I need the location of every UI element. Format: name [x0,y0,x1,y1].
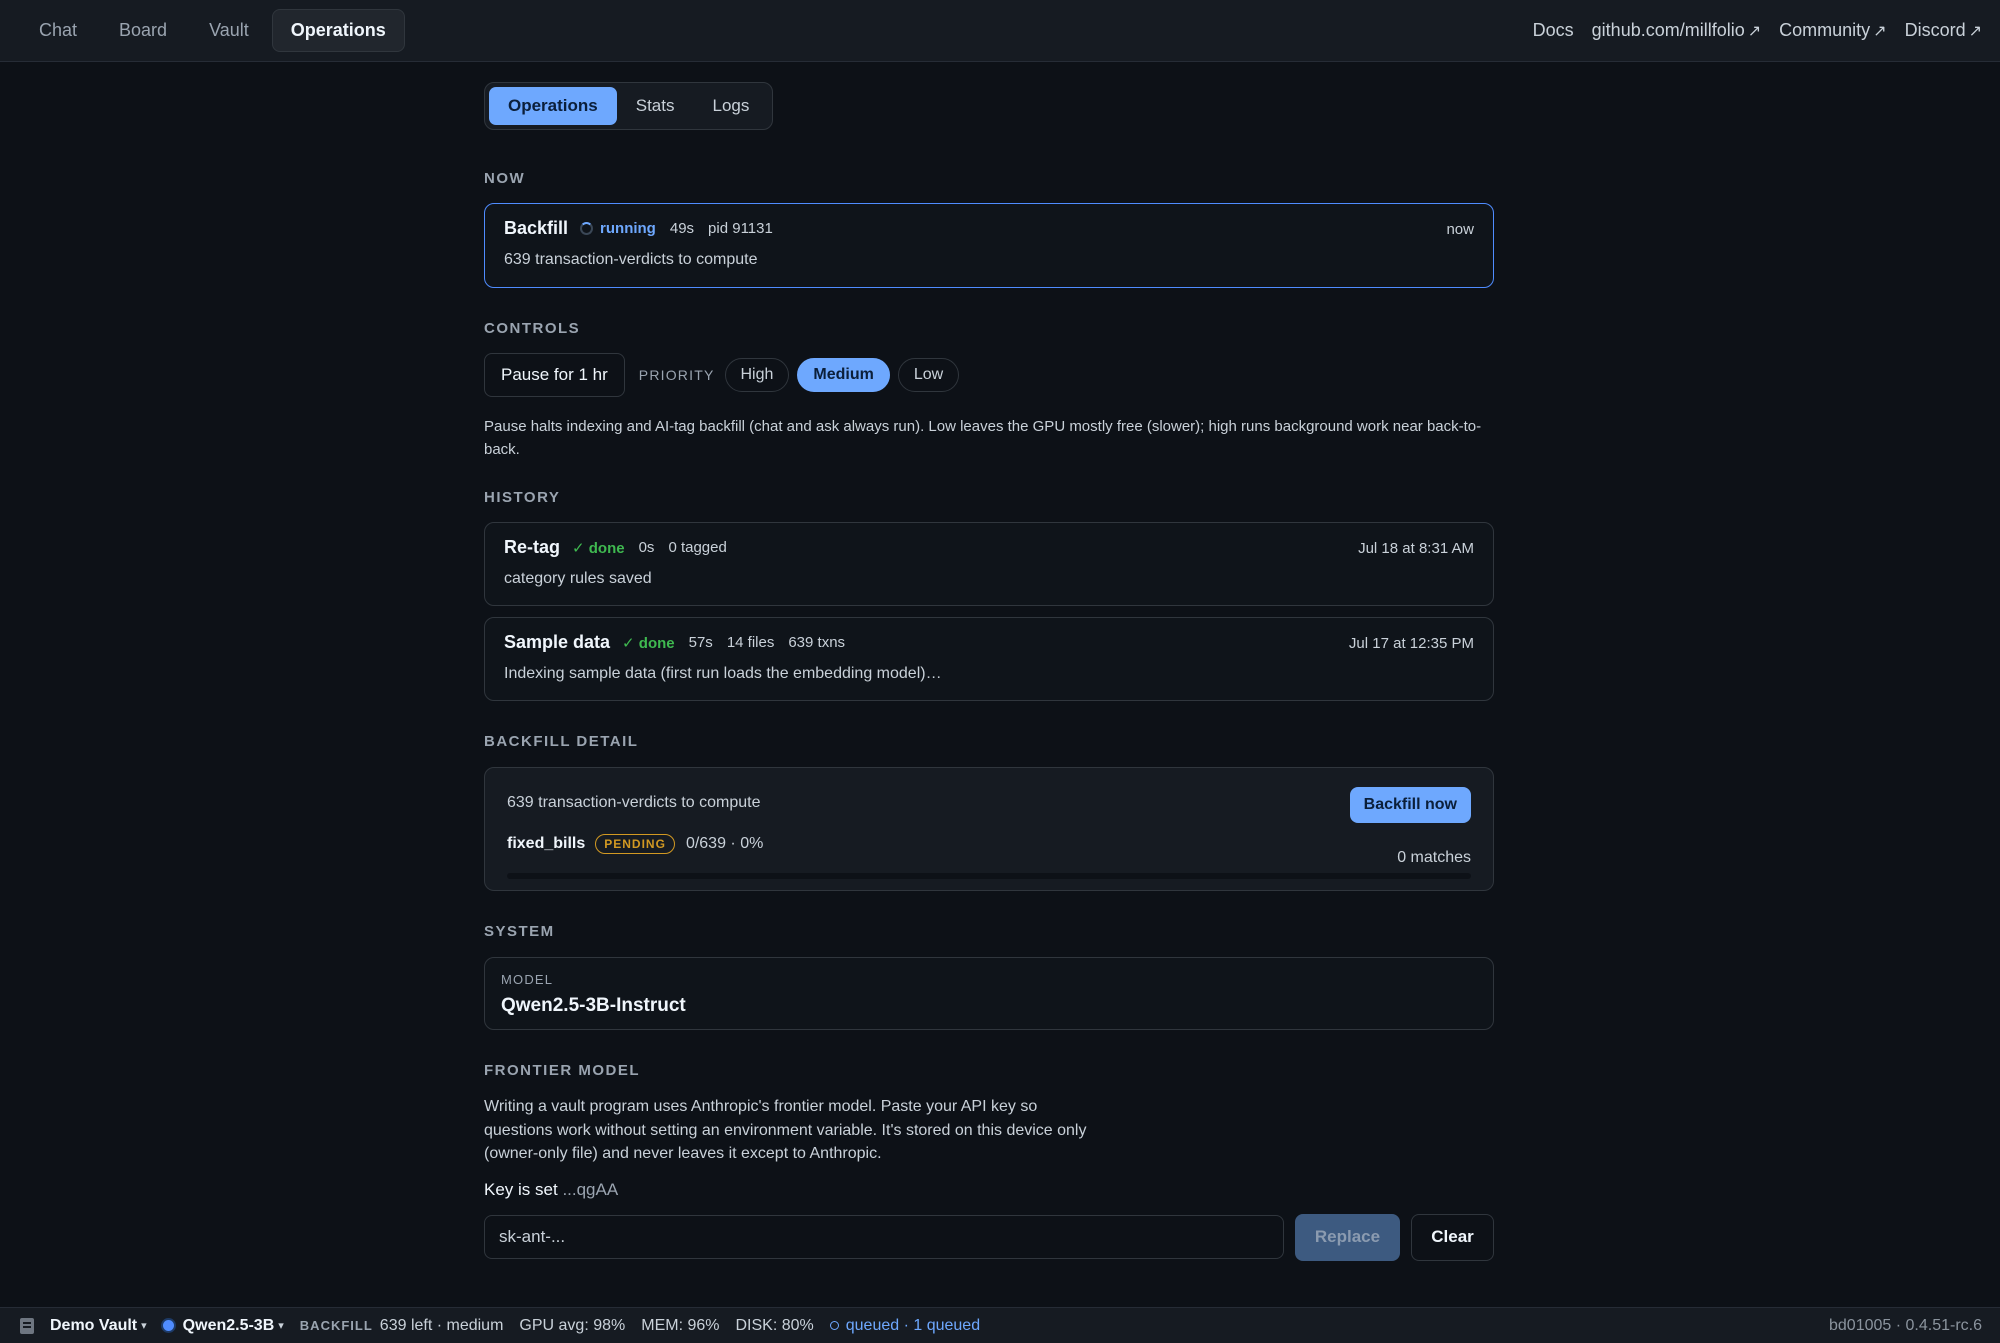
history-meta: 639 txns [788,634,846,651]
backfill-status: BACKFILL 639 left · medium [300,1317,504,1335]
nav-links: Docs github.com/millfolio ↗ Community ↗ Di… [1515,20,1982,41]
operations-main: Operations Stats Logs NOW Backfill runni… [484,62,1494,1261]
key-status: Key is set ...qgAA [484,1180,1494,1200]
priority-label: PRIORITY [638,367,715,383]
history-timestamp: Jul 17 at 12:35 PM [1348,635,1474,652]
job-pid: pid 91131 [708,220,773,237]
subtab-operations[interactable]: Operations [489,87,617,125]
model-status-dot-icon [162,1320,174,1331]
backfill-detail-card: 639 transaction-verdicts to compute Back… [484,767,1494,891]
model-selector[interactable]: Qwen2.5-3B ▾ [162,1316,284,1335]
history-description: category rules saved [504,570,652,587]
discord-link[interactable]: Discord ↗ [1905,20,1982,41]
task-matches: 0 matches [1397,849,1471,866]
nav-tab-board[interactable]: Board [100,9,186,52]
controls-section-label: CONTROLS [484,320,581,337]
model-name: Qwen2.5-3B [182,1316,275,1334]
history-meta: 14 files [726,634,775,651]
history-meta: 57s [688,634,713,651]
queue-status[interactable]: queued · 1 queued [829,1316,981,1335]
gpu-stat: GPU avg: 98% [519,1316,626,1334]
external-link-icon: ↗ [1968,23,1982,40]
history-meta: 0 tagged [668,539,727,556]
system-card: MODEL Qwen2.5-3B-Instruct [484,957,1494,1030]
api-key-input[interactable] [484,1215,1284,1259]
task-progress-bar [507,873,1471,879]
community-link-label: Community [1779,20,1871,40]
github-link-label: github.com/millfolio [1591,20,1745,40]
mem-stat: MEM: 96% [641,1316,720,1334]
frontier-description: Writing a vault program uses Anthropic's… [484,1098,1087,1162]
priority-low[interactable]: Low [897,358,960,392]
clear-button[interactable]: Clear [1411,1213,1494,1261]
backfill-status-label: BACKFILL [299,1318,373,1333]
community-link[interactable]: Community ↗ [1779,20,1886,41]
status-running: running [580,220,656,237]
history-meta: 0s [638,539,655,556]
api-key-row: Replace Clear [484,1213,1494,1261]
status-badge: PENDING [595,834,675,854]
top-nav: Chat Board Vault Operations Docs github.… [0,0,2000,62]
job-description: 639 transaction-verdicts to compute [504,251,758,268]
model-value: Qwen2.5-3B-Instruct [501,995,686,1016]
replace-button[interactable]: Replace [1295,1213,1400,1261]
key-status-text: Key is set [484,1179,558,1199]
history-description: Indexing sample data (first run loads th… [504,665,942,682]
history-item: Re-tag ✓ done 0s 0 tagged Jul 18 at 8:31… [484,522,1494,606]
controls-help-text: Pause halts indexing and AI-tag backfill… [484,418,1482,458]
status-bar: Demo Vault ▾ Qwen2.5-3B ▾ BACKFILL 639 l… [0,1307,2000,1343]
history-section-label: HISTORY [484,489,561,506]
chevron-down-icon: ▾ [141,1320,147,1332]
external-link-icon: ↗ [1747,23,1762,40]
history-title: Re-tag [504,537,561,557]
spinner-icon [580,222,594,235]
job-duration: 49s [669,220,695,237]
docs-link[interactable]: Docs [1533,20,1574,41]
backfill-status-value: 639 left · medium [379,1316,504,1334]
status-text: running [600,220,656,237]
docs-link-label: Docs [1532,20,1574,40]
vault-selector[interactable]: Demo Vault ▾ [20,1317,147,1335]
queued-icon [829,1321,839,1330]
backfill-detail-section-label: BACKFILL DETAIL [484,733,639,750]
system-section-label: SYSTEM [484,923,555,940]
status-done: ✓ done [622,634,675,652]
job-title: Backfill [504,218,569,238]
history-timestamp: Jul 18 at 8:31 AM [1358,540,1474,557]
pause-button[interactable]: Pause for 1 hr [484,353,625,397]
key-mask: ...qgAA [562,1179,619,1199]
vault-icon [20,1317,34,1334]
subtab-stats[interactable]: Stats [617,87,694,125]
nav-tab-operations[interactable]: Operations [271,9,405,52]
github-link[interactable]: github.com/millfolio ↗ [1592,20,1761,41]
vault-name: Demo Vault [50,1316,138,1334]
status-done: ✓ done [572,539,625,557]
task-name: fixed_bills [507,835,586,852]
nav-tab-vault[interactable]: Vault [190,9,268,52]
disk-stat: DISK: 80% [735,1316,814,1334]
priority-medium[interactable]: Medium [797,358,890,392]
external-link-icon: ↗ [1873,23,1887,40]
backfill-task-row: fixed_bills PENDING 0/639 · 0% [507,834,1471,854]
sub-tabs: Operations Stats Logs [484,82,774,130]
backfill-now-button[interactable]: Backfill now [1349,787,1471,823]
nav-tab-chat[interactable]: Chat [20,9,96,52]
current-job-card: Backfill running 49s pid 91131 now 639 t… [484,203,1494,288]
discord-link-label: Discord [1904,20,1966,40]
frontier-section-label: FRONTIER MODEL [484,1062,640,1079]
model-label: MODEL [501,972,554,987]
backfill-summary: 639 transaction-verdicts to compute [507,794,761,811]
version-label: bd01005 · 0.4.51-rc.6 [1829,1316,1982,1334]
history-title: Sample data [504,632,611,652]
chevron-down-icon: ▾ [278,1320,284,1332]
controls-row: Pause for 1 hr PRIORITY High Medium Low [484,353,1494,397]
nav-tabs: Chat Board Vault Operations [20,9,409,52]
subtab-logs[interactable]: Logs [694,87,769,125]
history-item: Sample data ✓ done 57s 14 files 639 txns… [484,617,1494,701]
job-timestamp: now [1446,221,1474,238]
now-section-label: NOW [484,170,526,187]
priority-high[interactable]: High [724,358,790,392]
task-count: 0/639 · 0% [685,835,764,852]
queue-status-text: queued · 1 queued [845,1316,981,1334]
